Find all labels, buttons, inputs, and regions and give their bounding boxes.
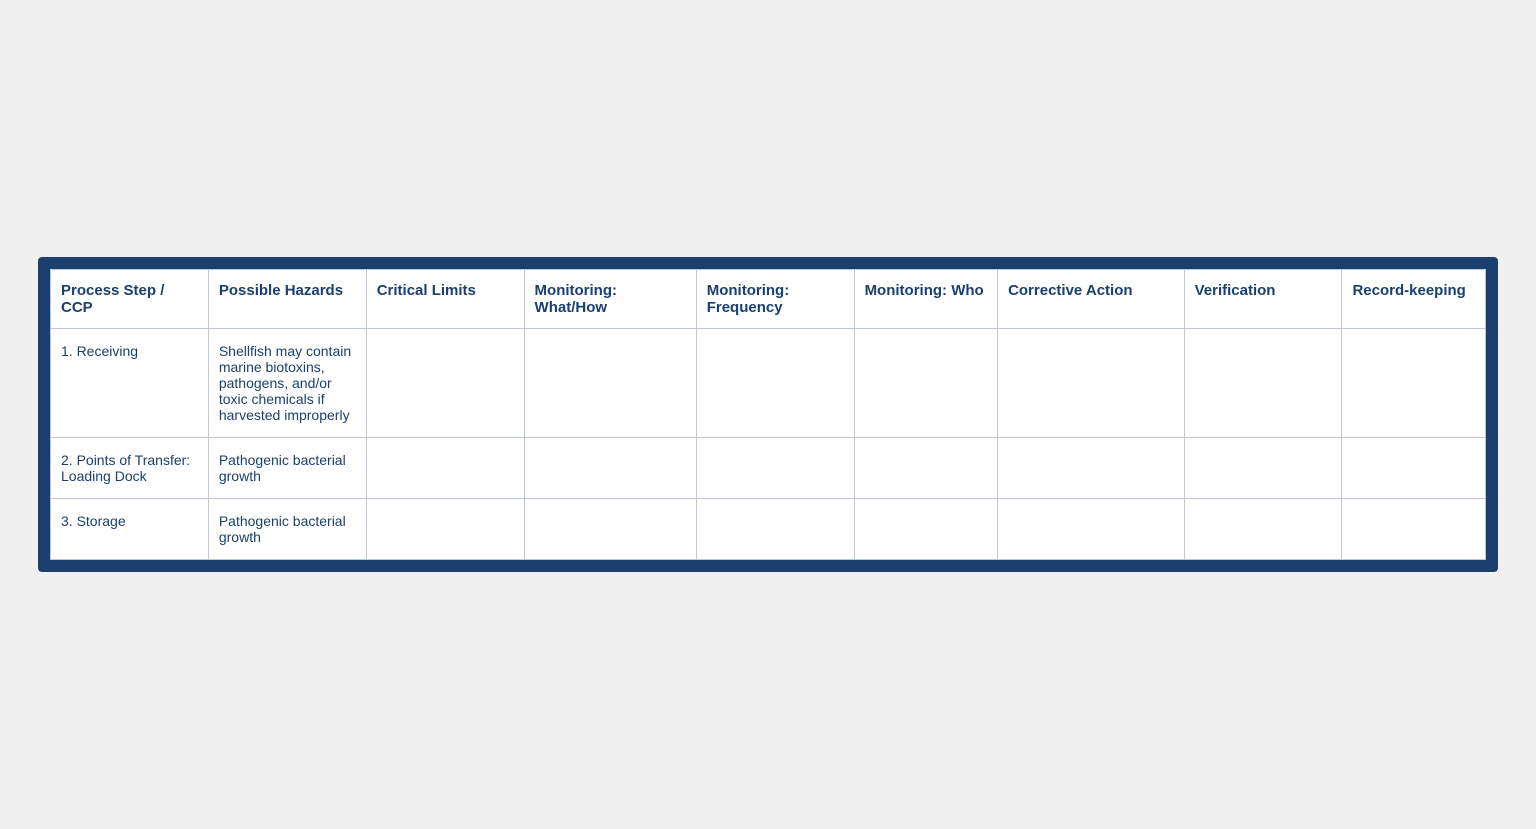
row2-monitoring-freq [696, 438, 854, 499]
col-header-process-step: Process Step / CCP [51, 270, 209, 329]
row3-corrective-action [998, 499, 1185, 560]
row3-process-step: 3. Storage [51, 499, 209, 560]
row2-recordkeeping [1342, 438, 1486, 499]
row3-monitoring-freq [696, 499, 854, 560]
row3-recordkeeping [1342, 499, 1486, 560]
col-header-critical-limits: Critical Limits [366, 270, 524, 329]
row1-monitoring-who [854, 329, 998, 438]
row3-critical-limits [366, 499, 524, 560]
row3-monitoring-what [524, 499, 696, 560]
haccp-table: Process Step / CCP Possible Hazards Crit… [50, 269, 1486, 560]
row3-monitoring-who [854, 499, 998, 560]
row1-recordkeeping [1342, 329, 1486, 438]
row1-monitoring-what [524, 329, 696, 438]
row3-verification [1184, 499, 1342, 560]
col-header-recordkeeping: Record-keeping [1342, 270, 1486, 329]
col-header-possible-hazards: Possible Hazards [208, 270, 366, 329]
row2-critical-limits [366, 438, 524, 499]
row2-verification [1184, 438, 1342, 499]
col-header-monitoring-who: Monitoring: Who [854, 270, 998, 329]
table-row: 1. Receiving Shellfish may contain marin… [51, 329, 1486, 438]
row1-process-step: 1. Receiving [51, 329, 209, 438]
col-header-verification: Verification [1184, 270, 1342, 329]
row2-monitoring-what [524, 438, 696, 499]
table-row: 2. Points of Transfer: Loading Dock Path… [51, 438, 1486, 499]
header-row: Process Step / CCP Possible Hazards Crit… [51, 270, 1486, 329]
row1-monitoring-freq [696, 329, 854, 438]
row2-monitoring-who [854, 438, 998, 499]
col-header-monitoring-what: Monitoring: What/How [524, 270, 696, 329]
table-wrapper: Process Step / CCP Possible Hazards Crit… [38, 257, 1498, 572]
table-row: 3. Storage Pathogenic bacterial growth [51, 499, 1486, 560]
col-header-monitoring-freq: Monitoring: Frequency [696, 270, 854, 329]
row2-corrective-action [998, 438, 1185, 499]
row1-possible-hazards: Shellfish may contain marine biotoxins, … [208, 329, 366, 438]
row2-possible-hazards: Pathogenic bacterial growth [208, 438, 366, 499]
row2-process-step: 2. Points of Transfer: Loading Dock [51, 438, 209, 499]
row1-critical-limits [366, 329, 524, 438]
row1-corrective-action [998, 329, 1185, 438]
col-header-corrective-action: Corrective Action [998, 270, 1185, 329]
row1-verification [1184, 329, 1342, 438]
row3-possible-hazards: Pathogenic bacterial growth [208, 499, 366, 560]
